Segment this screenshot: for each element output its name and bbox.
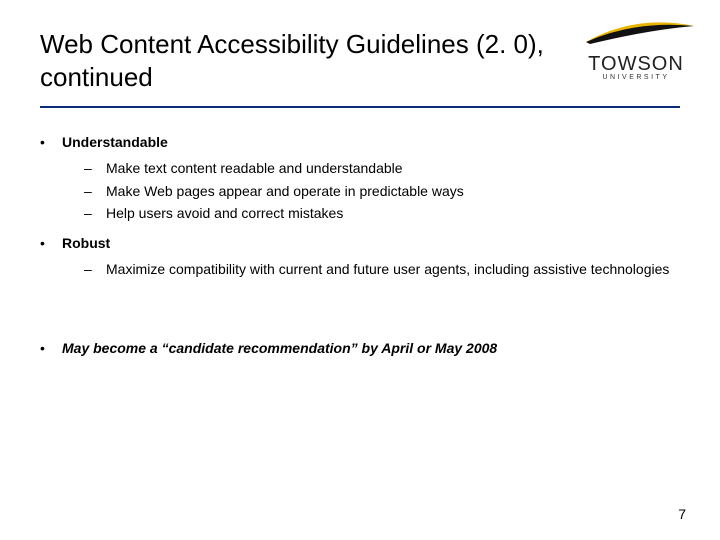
- bullet-dot-icon: •: [40, 338, 62, 358]
- bullet-dot-icon: •: [40, 233, 62, 253]
- heading-understandable: Understandable: [62, 132, 680, 152]
- bullet-dot-icon: •: [40, 132, 62, 152]
- bullet-understandable: • Understandable: [40, 132, 680, 152]
- sub-item-text: Maximize compatibility with current and …: [106, 259, 680, 279]
- list-item: – Maximize compatibility with current an…: [84, 259, 680, 279]
- slide-title: Web Content Accessibility Guidelines (2.…: [40, 28, 550, 93]
- bullet-robust: • Robust: [40, 233, 680, 253]
- sub-item-text: Make text content readable and understan…: [106, 158, 680, 178]
- spacer: [40, 290, 680, 338]
- bullet-footnote: • May become a “candidate recommendation…: [40, 338, 680, 358]
- logo-swoosh-icon: [576, 20, 696, 48]
- sub-item-text: Make Web pages appear and operate in pre…: [106, 181, 680, 201]
- title-block: Web Content Accessibility Guidelines (2.…: [40, 28, 550, 93]
- towson-logo: TOWSON UNIVERSITY: [576, 20, 696, 81]
- title-underline: [40, 106, 680, 108]
- sub-item-text: Help users avoid and correct mistakes: [106, 203, 680, 223]
- dash-icon: –: [84, 181, 106, 201]
- logo-word: TOWSON: [576, 53, 696, 76]
- footnote-text: May become a “candidate recommendation” …: [62, 338, 680, 358]
- list-item: – Help users avoid and correct mistakes: [84, 203, 680, 223]
- heading-robust: Robust: [62, 233, 680, 253]
- page-number: 7: [678, 506, 686, 522]
- list-item: – Make text content readable and underst…: [84, 158, 680, 178]
- slide: Web Content Accessibility Guidelines (2.…: [0, 0, 720, 540]
- dash-icon: –: [84, 158, 106, 178]
- content-area: • Understandable – Make text content rea…: [40, 132, 680, 364]
- sub-items-robust: – Maximize compatibility with current an…: [84, 259, 680, 279]
- dash-icon: –: [84, 203, 106, 223]
- dash-icon: –: [84, 259, 106, 279]
- list-item: – Make Web pages appear and operate in p…: [84, 181, 680, 201]
- sub-items-understandable: – Make text content readable and underst…: [84, 158, 680, 223]
